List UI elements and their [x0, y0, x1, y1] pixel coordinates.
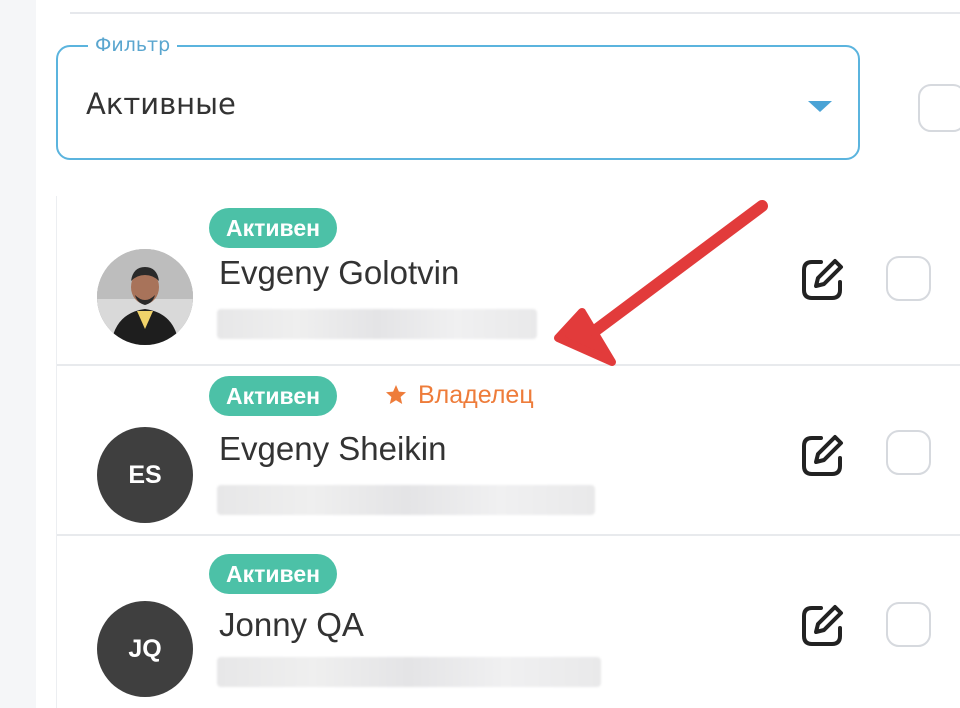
- user-name: Evgeny Sheikin: [219, 430, 447, 467]
- filter-label: Фильтр: [88, 34, 178, 56]
- filter-value: Активные: [86, 87, 236, 121]
- user-row: Активен Jonny QA: [57, 542, 960, 708]
- header-divider: [70, 12, 960, 14]
- filter-select[interactable]: Фильтр Активные: [56, 34, 860, 160]
- chevron-down-icon[interactable]: [808, 101, 832, 112]
- owner-label: Владелец: [418, 381, 534, 409]
- star-icon: [386, 385, 406, 404]
- edit-icon: [802, 435, 843, 476]
- user-list: Активен Evgeny Golotvin Активен Владелец…: [56, 196, 960, 708]
- edit-button[interactable]: [796, 254, 848, 306]
- user-email-redacted: [217, 657, 601, 687]
- user-email-redacted: [217, 309, 537, 339]
- edit-button[interactable]: [796, 600, 848, 652]
- status-badge: Активен: [209, 208, 338, 248]
- user-email-redacted: [217, 485, 595, 515]
- status-badge: Активен: [209, 376, 338, 416]
- status-badge: Активен: [209, 554, 338, 594]
- user-name: Evgeny Golotvin: [219, 254, 460, 291]
- sidebar-edge: [0, 0, 36, 708]
- edit-icon: [802, 259, 843, 300]
- row-checkbox[interactable]: [886, 602, 931, 647]
- edit-icon: [802, 605, 843, 646]
- avatar: [97, 249, 193, 345]
- user-row: Активен Владелец Evgeny Sheikin: [57, 366, 960, 536]
- select-all-checkbox[interactable]: [918, 84, 960, 132]
- row-checkbox[interactable]: [886, 430, 931, 475]
- user-name: Jonny QA: [219, 606, 364, 643]
- avatar: JQ: [97, 601, 193, 697]
- owner-badge: Владелец: [384, 380, 534, 410]
- avatar: ES: [97, 427, 193, 523]
- user-row: Активен Evgeny Golotvin: [57, 196, 960, 366]
- row-checkbox[interactable]: [886, 256, 931, 301]
- user-list-page: Фильтр Активные Активен Evgeny Golotvin …: [0, 0, 960, 708]
- edit-button[interactable]: [796, 430, 848, 482]
- user-photo: [97, 249, 193, 345]
